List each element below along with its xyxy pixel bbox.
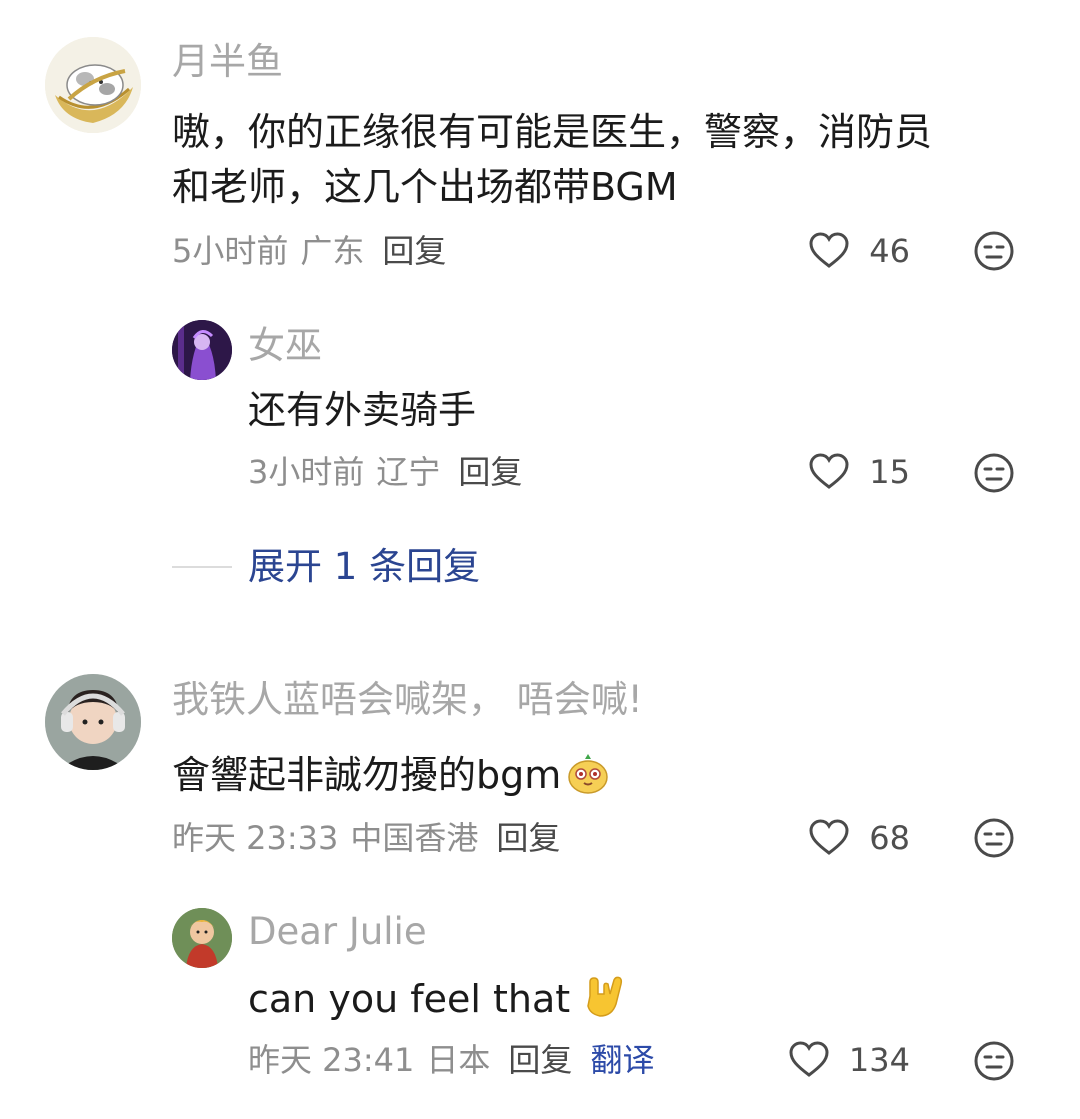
dislike-button[interactable] bbox=[973, 230, 1015, 272]
comment-text: can you feel that bbox=[248, 974, 626, 1023]
heart-icon bbox=[789, 1041, 829, 1077]
reply-button[interactable]: 回复 bbox=[496, 819, 560, 857]
heart-icon bbox=[809, 453, 849, 489]
like-count: 46 bbox=[869, 232, 910, 270]
comment-list: 月半鱼 嗷，你的正缘很有可能是医生，警察，消防员 和老师，这几个出场都带BGM … bbox=[0, 0, 1080, 1119]
expand-replies-button[interactable]: 展开 1 条回复 bbox=[172, 542, 480, 592]
dislike-button[interactable] bbox=[973, 1040, 1015, 1082]
like-button[interactable]: 46 bbox=[807, 229, 910, 273]
like-button[interactable]: 15 bbox=[807, 450, 910, 494]
username[interactable]: Dear Julie bbox=[248, 908, 427, 956]
comment-text-content: can you feel that bbox=[248, 977, 571, 1021]
username[interactable]: 我铁人蓝唔会喊架， 唔会喊! bbox=[172, 676, 643, 724]
region: 日本 bbox=[426, 1041, 491, 1079]
dislike-button[interactable] bbox=[973, 452, 1015, 494]
cartoon-character-icon bbox=[172, 908, 232, 968]
username[interactable]: 月半鱼 bbox=[172, 38, 283, 86]
avatar[interactable] bbox=[172, 320, 232, 380]
timestamp: 5小时前 bbox=[172, 232, 289, 270]
translate-button[interactable]: 翻译 bbox=[590, 1041, 654, 1079]
region: 辽宁 bbox=[376, 453, 441, 491]
comment-text: 嗷，你的正缘很有可能是医生，警察，消防员 bbox=[172, 110, 933, 154]
dislike-button[interactable] bbox=[973, 817, 1015, 859]
region: 广东 bbox=[300, 232, 365, 270]
comment-meta: 3小时前 辽宁 回复 bbox=[248, 450, 522, 494]
like-count: 15 bbox=[869, 453, 910, 491]
timestamp: 3小时前 bbox=[248, 453, 365, 491]
region: 中国香港 bbox=[350, 819, 479, 857]
comment-meta: 昨天 23:33 中国香港 回复 bbox=[172, 816, 560, 860]
yellow-face-emoji-icon bbox=[568, 754, 609, 794]
neutral-face-icon bbox=[974, 453, 1014, 493]
divider-line bbox=[172, 566, 232, 568]
comment-meta: 5小时前 广东 回复 bbox=[172, 229, 446, 273]
like-count: 68 bbox=[869, 819, 910, 857]
reply-button[interactable]: 回复 bbox=[458, 453, 522, 491]
like-count: 134 bbox=[848, 1041, 910, 1079]
reply-button[interactable]: 回复 bbox=[508, 1041, 572, 1079]
reply-button[interactable]: 回复 bbox=[382, 232, 446, 270]
expand-replies-label: 展开 1 条回复 bbox=[248, 545, 481, 588]
heart-icon bbox=[809, 232, 849, 268]
neutral-face-icon bbox=[974, 231, 1014, 271]
username[interactable]: 女巫 bbox=[248, 322, 322, 370]
rock-hand-emoji-icon bbox=[587, 976, 623, 1017]
comment-meta: 昨天 23:41 日本 回复 翻译 bbox=[248, 1038, 654, 1082]
neutral-face-icon bbox=[974, 818, 1014, 858]
child-headphones-icon bbox=[45, 674, 141, 770]
neutral-face-icon bbox=[974, 1041, 1014, 1081]
avatar[interactable] bbox=[45, 674, 141, 770]
heart-icon bbox=[809, 819, 849, 855]
comment-text: 还有外卖骑手 bbox=[248, 388, 477, 432]
purple-anime-icon bbox=[172, 320, 232, 380]
avatar[interactable] bbox=[45, 37, 141, 133]
avatar[interactable] bbox=[172, 908, 232, 968]
comment-text: 會響起非誠勿擾的bgm bbox=[172, 750, 611, 799]
comment-text-continued: 和老师，这几个出场都带BGM bbox=[172, 165, 678, 209]
cat-in-bowl-icon bbox=[45, 37, 141, 133]
like-button[interactable]: 134 bbox=[787, 1038, 910, 1082]
timestamp: 昨天 23:33 bbox=[172, 819, 339, 857]
like-button[interactable]: 68 bbox=[807, 816, 910, 860]
comment-text-content: 會響起非誠勿擾的bgm bbox=[172, 753, 562, 797]
timestamp: 昨天 23:41 bbox=[248, 1041, 415, 1079]
